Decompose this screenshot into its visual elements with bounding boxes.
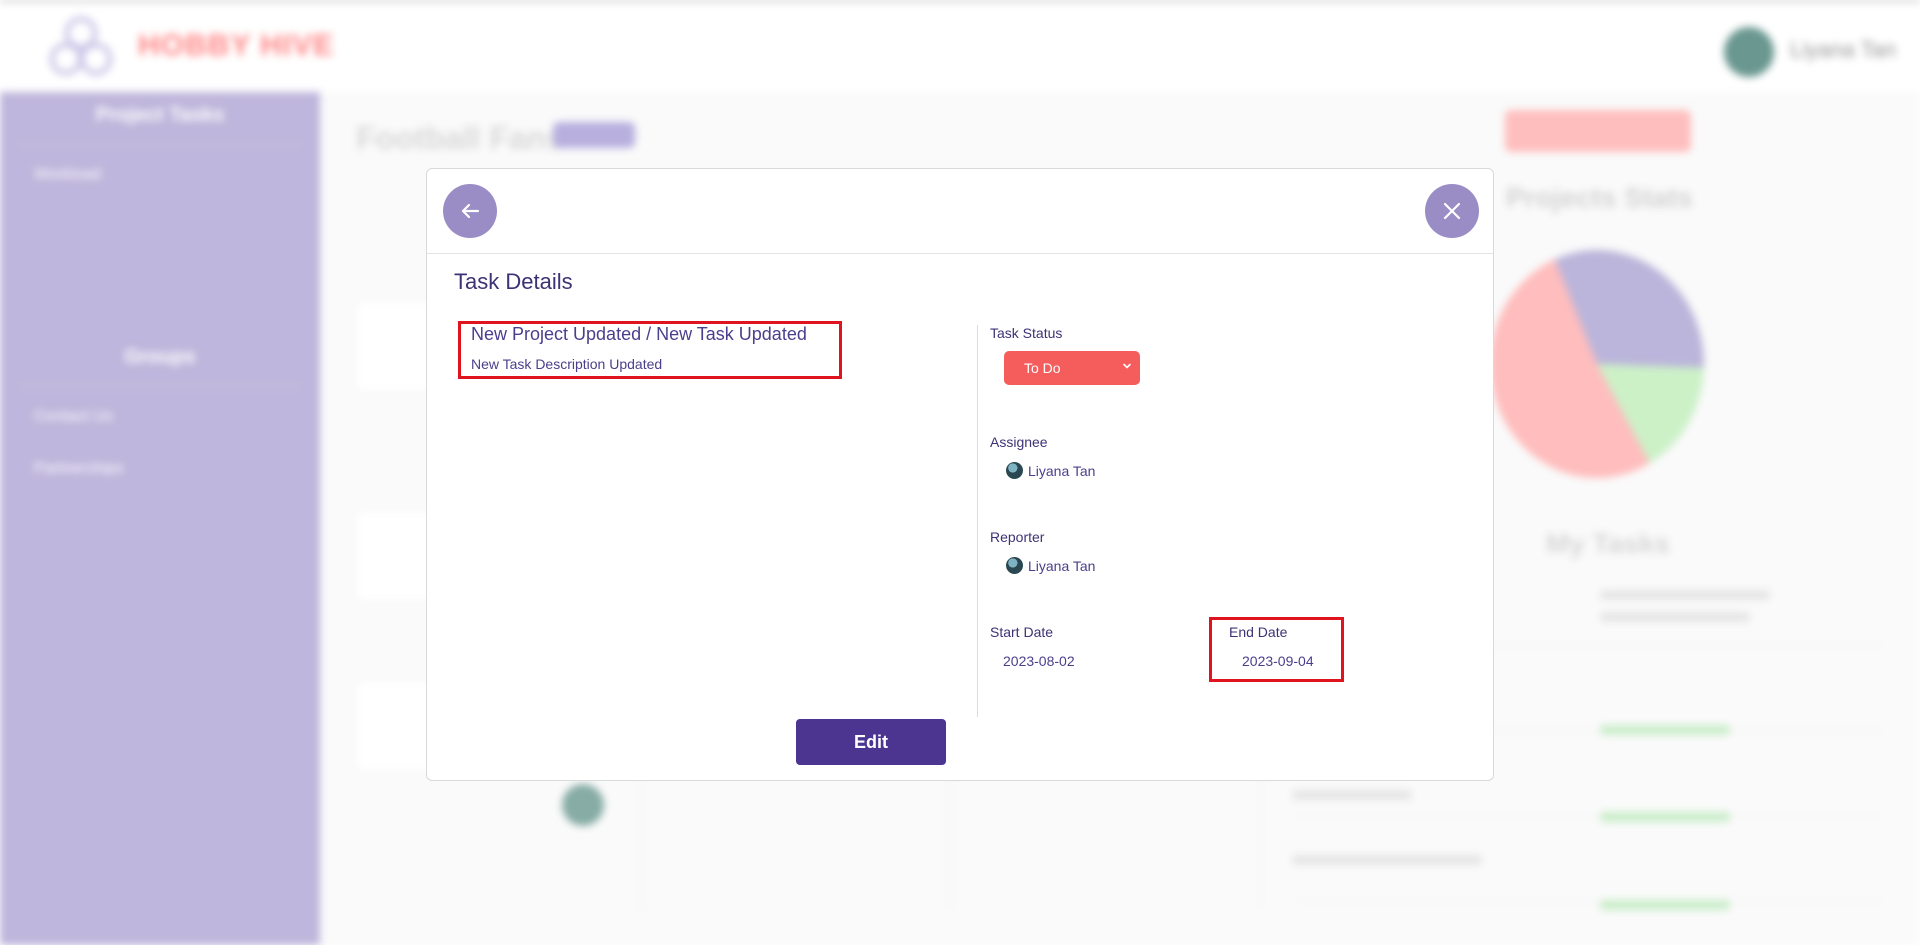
- start-date-value: 2023-08-02: [1003, 653, 1075, 669]
- start-date-label: Start Date: [990, 624, 1054, 640]
- modal-title: Task Details: [454, 269, 573, 294]
- reporter-label: Reporter: [990, 529, 1045, 545]
- close-button[interactable]: [1425, 184, 1479, 238]
- assignee-name: Liyana Tan: [1028, 462, 1096, 479]
- task-details-modal: Task Details New Project Updated / New T…: [426, 168, 1494, 781]
- chevron-down-icon: [1123, 363, 1131, 369]
- column-divider: [977, 325, 978, 717]
- end-date-value: 2023-09-04: [1242, 653, 1314, 669]
- task-status-value: To Do: [1024, 360, 1061, 376]
- task-description: New Task Description Updated: [471, 356, 663, 372]
- back-button[interactable]: [443, 184, 497, 238]
- arrow-left-icon: [461, 203, 480, 219]
- task-heading: New Project Updated / New Task Updated: [471, 324, 807, 344]
- end-date-label: End Date: [1229, 624, 1288, 640]
- reporter: Liyana Tan: [1006, 557, 1095, 574]
- avatar: [1006, 557, 1023, 574]
- task-status-select[interactable]: To Do: [1004, 351, 1140, 385]
- task-status-label: Task Status: [990, 325, 1063, 341]
- modal-header: [427, 169, 1493, 254]
- assignee-label: Assignee: [990, 434, 1048, 450]
- edit-button[interactable]: Edit: [796, 719, 946, 765]
- reporter-name: Liyana Tan: [1028, 557, 1096, 574]
- avatar: [1006, 462, 1023, 479]
- close-icon: [1443, 202, 1461, 220]
- assignee: Liyana Tan: [1006, 462, 1095, 479]
